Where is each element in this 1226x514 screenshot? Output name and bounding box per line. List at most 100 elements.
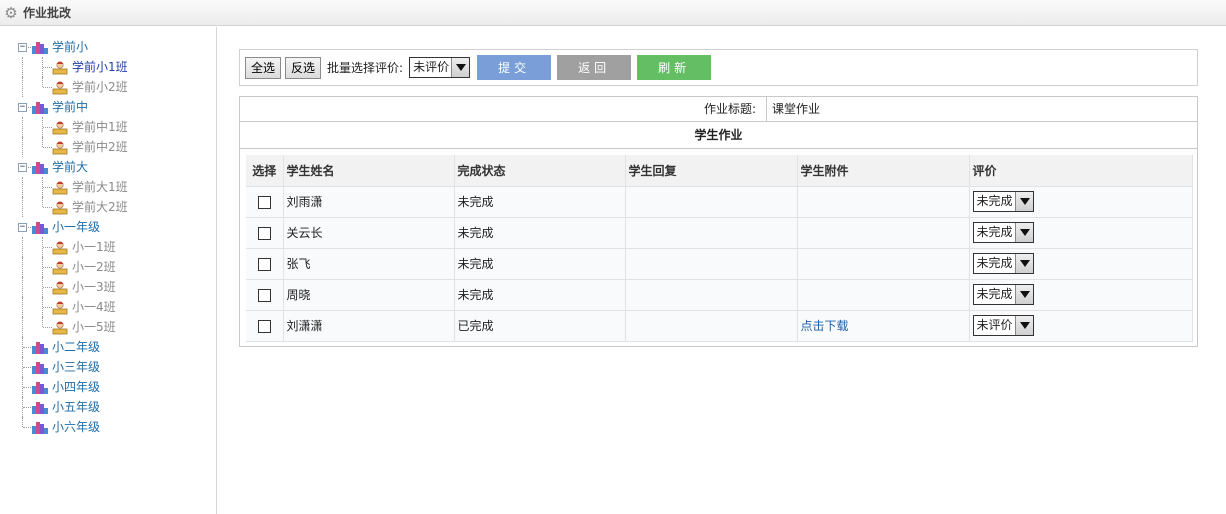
refresh-button[interactable]: 刷新 [637,55,712,80]
tree-class-item[interactable]: 小一1班 [18,237,128,257]
tree-group-label[interactable]: 小五年级 [52,400,100,414]
evaluation-cell: 未完成 [969,217,1193,249]
table-row: 刘雨潇 未完成 未完成 [246,186,1193,218]
row-checkbox[interactable] [257,226,271,240]
tree-group-8[interactable]: 小六年级 [18,417,128,437]
chevron-down-icon [451,58,470,77]
student-icon [52,321,68,335]
bar-chart-icon [31,340,48,354]
tree-connector [43,87,52,88]
tree-class-item[interactable]: 小一5班 [18,317,128,337]
bar-chart-icon [31,220,48,234]
evaluation-cell: 未完成 [969,279,1193,311]
tree-group-1[interactable]: − 学前中 [18,97,128,117]
row-checkbox[interactable] [257,288,271,302]
tree-class-label[interactable]: 学前中1班 [72,120,128,134]
tree-class-label[interactable]: 小一1班 [72,240,116,254]
tree-connector [43,127,52,128]
tree-group-5[interactable]: 小三年级 [18,357,128,377]
tree-connector [22,257,23,277]
page-header: ⚙ 作业批改 [0,0,1226,26]
student-name-cell: 刘雨潇 [283,186,455,218]
tree-class-label[interactable]: 学前小2班 [72,80,128,94]
tree-class-label[interactable]: 学前小1班 [72,60,128,74]
tree-group-0[interactable]: − 学前小 [18,37,128,57]
evaluation-value: 未完成 [976,194,1013,208]
tree-group-label[interactable]: 小一年级 [52,220,100,234]
completion-status-cell: 已完成 [454,310,626,342]
tree-class-item[interactable]: 学前大1班 [18,177,128,197]
tree-class-label[interactable]: 学前大2班 [72,200,128,214]
tree-class-item[interactable]: 小一2班 [18,257,128,277]
evaluation-value: 未完成 [976,287,1013,301]
download-attachment-link[interactable]: 点击下载 [801,319,849,333]
collapse-toggle-icon[interactable]: − [18,223,27,232]
tree-connector [22,197,23,217]
tree-class-label[interactable]: 小一4班 [72,300,116,314]
tree-group-label[interactable]: 小六年级 [52,420,100,434]
batch-eval-select[interactable]: 未评价 [409,57,471,78]
tree-class-label[interactable]: 小一3班 [72,280,116,294]
tree-group-label[interactable]: 小三年级 [52,360,100,374]
student-attachment-cell [797,279,970,311]
tree-connector [43,267,52,268]
tree-class-item[interactable]: 小一4班 [18,297,128,317]
tree-group-label[interactable]: 小二年级 [52,340,100,354]
submit-button[interactable]: 提交 [477,55,552,80]
tree-class-item[interactable]: 小一3班 [18,277,128,297]
tree-group-7[interactable]: 小五年级 [18,397,128,417]
chevron-down-icon [1014,285,1033,304]
tree-group-label[interactable]: 学前小 [52,40,88,54]
tree-class-label[interactable]: 小一2班 [72,260,116,274]
bar-chart-icon [31,160,48,174]
student-name-cell: 刘潇潇 [283,310,455,342]
table-header-row: 选择 学生姓名 完成状态 学生回复 学生附件 评价 [246,155,1193,187]
collapse-toggle-icon[interactable]: − [18,103,27,112]
tree-group-3[interactable]: − 小一年级 [18,217,128,237]
tree-class-label[interactable]: 小一5班 [72,320,116,334]
batch-eval-label: 批量选择评价: [327,61,404,75]
tree-class-item[interactable]: 学前小1班 [18,57,128,77]
row-checkbox[interactable] [257,319,271,333]
evaluation-select[interactable]: 未完成 [972,222,1034,243]
collapse-toggle-icon[interactable]: − [18,163,27,172]
tree-group-label[interactable]: 学前中 [52,100,88,114]
invert-selection-button[interactable]: 反选 [285,56,322,79]
tree-class-item[interactable]: 学前大2班 [18,197,128,217]
select-all-button[interactable]: 全选 [245,56,282,79]
tree-connector [43,287,52,288]
tree-group-4[interactable]: 小二年级 [18,337,128,357]
tree-class-item[interactable]: 学前中1班 [18,117,128,137]
tree-connector [22,77,23,97]
tree-connector [22,177,23,197]
col-student-attachment: 学生附件 [797,155,970,187]
tree-class-item[interactable]: 学前中2班 [18,137,128,157]
tree-group-label[interactable]: 小四年级 [52,380,100,394]
tree-group-2[interactable]: − 学前大 [18,157,128,177]
student-icon [52,301,68,315]
evaluation-select[interactable]: 未评价 [972,315,1034,336]
row-checkbox[interactable] [257,195,271,209]
completion-status-cell: 未完成 [454,279,626,311]
tree-group-label[interactable]: 学前大 [52,160,88,174]
tree-class-item[interactable]: 学前小2班 [18,77,128,97]
collapse-toggle-icon[interactable]: − [18,43,27,52]
table-row: 张飞 未完成 未完成 [246,248,1193,280]
evaluation-select[interactable]: 未完成 [972,253,1034,274]
evaluation-select[interactable]: 未完成 [972,284,1034,305]
row-checkbox[interactable] [257,257,271,271]
col-completion-status: 完成状态 [454,155,626,187]
tree-group-6[interactable]: 小四年级 [18,377,128,397]
tree-connector [43,307,52,308]
student-icon [52,141,68,155]
tree-class-label[interactable]: 学前大1班 [72,180,128,194]
student-icon [52,281,68,295]
student-attachment-cell [797,217,970,249]
back-button[interactable]: 返回 [557,55,632,80]
tree-class-label[interactable]: 学前中2班 [72,140,128,154]
homework-title-row: 作业标题: 课堂作业 [240,97,1197,122]
completion-status-cell: 未完成 [454,217,626,249]
evaluation-value: 未评价 [976,318,1013,332]
row-select-cell [246,279,284,311]
evaluation-select[interactable]: 未完成 [972,191,1034,212]
